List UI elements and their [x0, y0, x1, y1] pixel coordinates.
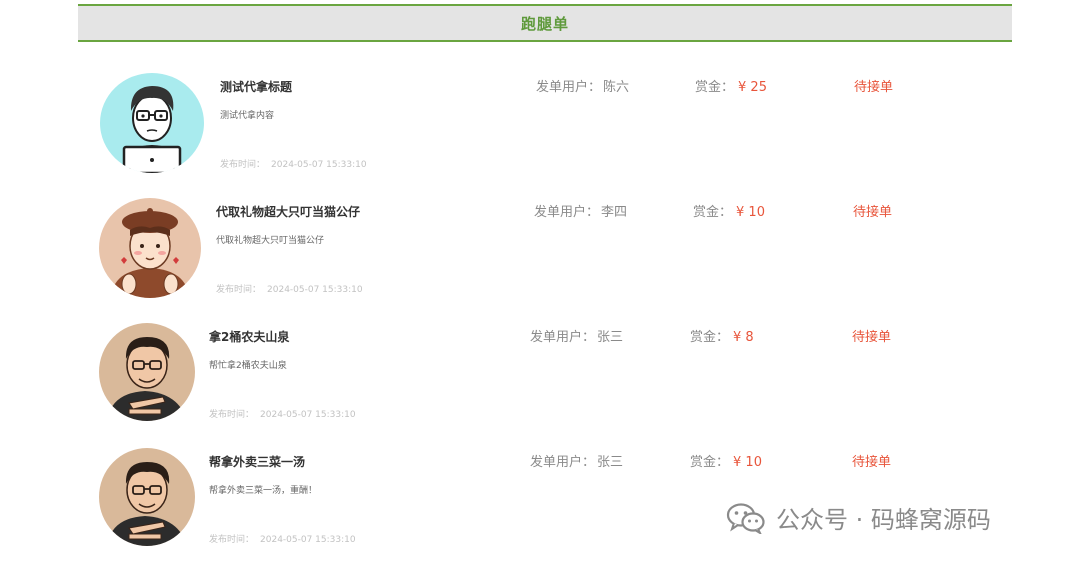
- avatar: [100, 73, 204, 173]
- time-label: 发布时间：: [220, 160, 266, 170]
- order-content: 帮拿外卖三菜一汤，重酬！: [209, 486, 318, 496]
- time-label: 发布时间：: [216, 285, 262, 295]
- reward-info: 赏金： ¥ 25: [695, 76, 767, 95]
- poster-info: 发单用户： 李四: [534, 201, 627, 220]
- cartoon-man-glasses-icon: [99, 448, 195, 546]
- order-title[interactable]: 拿2桶农夫山泉: [209, 328, 289, 345]
- reward-label: 赏金：: [693, 205, 733, 220]
- poster-info: 发单用户： 张三: [530, 451, 623, 470]
- poster-label: 发单用户：: [530, 330, 596, 345]
- reward-value: ¥ 10: [733, 455, 762, 470]
- poster-name: 张三: [597, 455, 624, 470]
- poster-label: 发单用户：: [534, 205, 600, 220]
- time-label: 发布时间：: [209, 410, 255, 420]
- poster-label: 发单用户：: [530, 455, 596, 470]
- time-value: 2024-05-07 15:33:10: [271, 160, 367, 170]
- order-time: 发布时间： 2024-05-07 15:33:10: [216, 282, 363, 295]
- time-value: 2024-05-07 15:33:10: [260, 410, 356, 420]
- order-title[interactable]: 帮拿外卖三菜一汤: [209, 453, 305, 470]
- order-time: 发布时间： 2024-05-07 15:33:10: [209, 407, 356, 420]
- status-badge[interactable]: 待接单: [853, 201, 892, 220]
- reward-info: 赏金： ¥ 10: [690, 451, 762, 470]
- errand-page: 跑腿单 测试代拿标题 测试代拿内容 发布时间： 2024-05-07 15:33:…: [0, 0, 1080, 562]
- status-badge[interactable]: 待接单: [852, 326, 891, 345]
- cartoon-boy-beret-icon: [99, 198, 201, 298]
- order-item[interactable]: 拿2桶农夫山泉 帮忙拿2桶农夫山泉 发布时间： 2024-05-07 15:33:…: [0, 320, 1080, 430]
- order-time: 发布时间： 2024-05-07 15:33:10: [220, 157, 367, 170]
- order-time: 发布时间： 2024-05-07 15:33:10: [209, 532, 356, 545]
- page-title: 跑腿单: [520, 14, 569, 33]
- poster-info: 发单用户： 陈六: [536, 76, 629, 95]
- watermark-text: 公众号 · 码蜂窝源码: [776, 506, 991, 534]
- reward-info: 赏金： ¥ 8: [690, 326, 754, 345]
- time-value: 2024-05-07 15:33:10: [260, 535, 356, 545]
- order-content: 代取礼物超大只叮当猫公仔: [216, 236, 325, 246]
- order-title[interactable]: 测试代拿标题: [220, 78, 292, 95]
- cartoon-man-glasses-icon: [99, 323, 195, 421]
- header-bar: 跑腿单: [78, 4, 1012, 42]
- reward-value: ¥ 8: [733, 330, 754, 345]
- poster-name: 张三: [597, 330, 624, 345]
- poster-name: 陈六: [603, 80, 630, 95]
- time-label: 发布时间：: [209, 535, 255, 545]
- status-badge[interactable]: 待接单: [852, 451, 891, 470]
- poster-info: 发单用户： 张三: [530, 326, 623, 345]
- reward-label: 赏金：: [695, 80, 735, 95]
- reward-label: 赏金：: [690, 455, 730, 470]
- avatar: [99, 448, 195, 546]
- time-value: 2024-05-07 15:33:10: [267, 285, 363, 295]
- reward-value: ¥ 25: [738, 80, 767, 95]
- order-item[interactable]: 代取礼物超大只叮当猫公仔 代取礼物超大只叮当猫公仔 发布时间： 2024-05-0…: [0, 195, 1080, 305]
- poster-name: 李四: [601, 205, 628, 220]
- reward-label: 赏金：: [690, 330, 730, 345]
- order-item[interactable]: 测试代拿标题 测试代拿内容 发布时间： 2024-05-07 15:33:10 发…: [0, 70, 1080, 180]
- order-content: 帮忙拿2桶农夫山泉: [209, 361, 287, 371]
- order-title[interactable]: 代取礼物超大只叮当猫公仔: [216, 203, 360, 220]
- watermark: 公众号 · 码蜂窝源码: [726, 500, 991, 535]
- avatar: [99, 198, 201, 298]
- wechat-icon: [726, 502, 765, 534]
- avatar: [99, 323, 195, 421]
- poster-label: 发单用户：: [536, 80, 602, 95]
- status-badge[interactable]: 待接单: [854, 76, 893, 95]
- order-content: 测试代拿内容: [220, 111, 275, 121]
- reward-info: 赏金： ¥ 10: [693, 201, 765, 220]
- reward-value: ¥ 10: [736, 205, 765, 220]
- cartoon-man-laptop-icon: [100, 73, 204, 173]
